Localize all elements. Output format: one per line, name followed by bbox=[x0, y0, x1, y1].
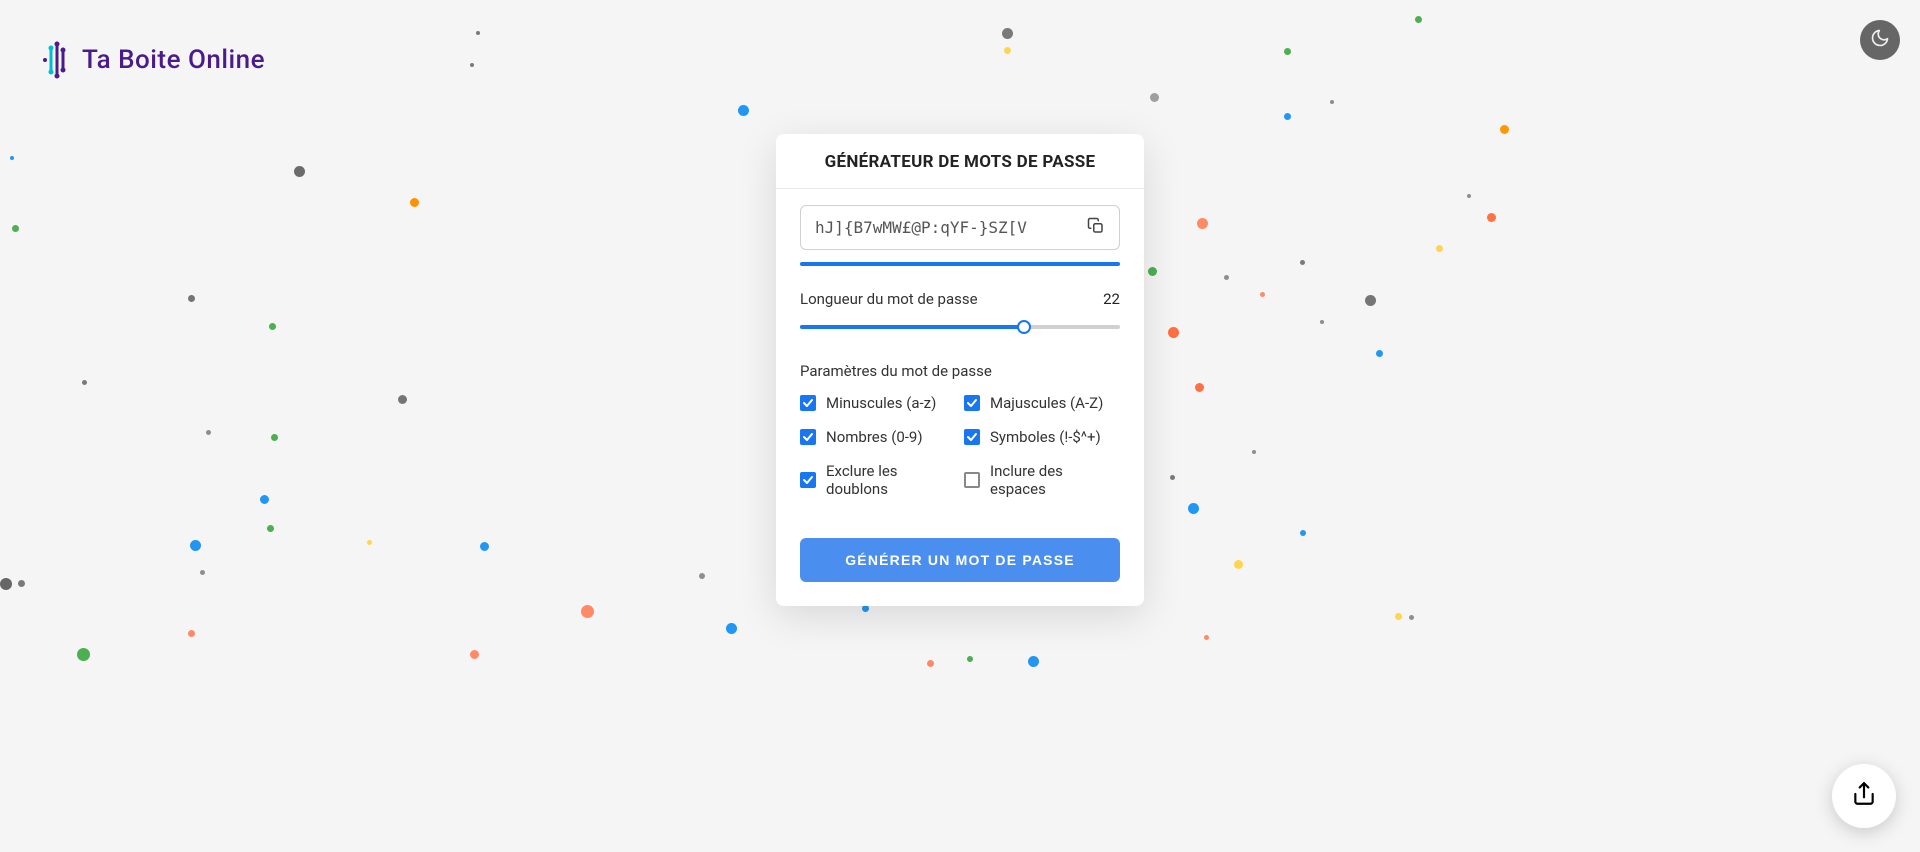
brand-logo: Ta Boite Online bbox=[40, 40, 265, 80]
strength-indicator bbox=[800, 262, 1120, 266]
options-grid: Minuscules (a-z) Majuscules (A-Z) Nombre… bbox=[800, 394, 1120, 498]
option-label: Majuscules (A-Z) bbox=[990, 394, 1103, 412]
option-label: Inclure des espaces bbox=[990, 462, 1120, 498]
checkbox-numbers[interactable] bbox=[800, 429, 816, 445]
length-label: Longueur du mot de passe bbox=[800, 290, 978, 308]
generate-button[interactable]: GÉNÉRER UN MOT DE PASSE bbox=[800, 538, 1120, 582]
copy-icon bbox=[1087, 220, 1105, 239]
option-label: Minuscules (a-z) bbox=[826, 394, 936, 412]
length-slider[interactable] bbox=[800, 320, 1120, 334]
option-label: Exclure les doublons bbox=[826, 462, 956, 498]
moon-icon bbox=[1870, 28, 1890, 52]
copy-button[interactable] bbox=[1083, 213, 1109, 243]
generated-password-output: hJ]{B7wMW£@P:qYF-}SZ[V bbox=[800, 205, 1120, 250]
option-symbols[interactable]: Symboles (!-$^+) bbox=[964, 428, 1120, 446]
share-icon bbox=[1851, 781, 1877, 811]
logo-icon bbox=[40, 40, 72, 80]
option-label: Symboles (!-$^+) bbox=[990, 428, 1101, 446]
checkbox-lowercase[interactable] bbox=[800, 395, 816, 411]
option-exclude-duplicates[interactable]: Exclure les doublons bbox=[800, 462, 956, 498]
theme-toggle-button[interactable] bbox=[1860, 20, 1900, 60]
checkbox-uppercase[interactable] bbox=[964, 395, 980, 411]
option-lowercase[interactable]: Minuscules (a-z) bbox=[800, 394, 956, 412]
password-value: hJ]{B7wMW£@P:qYF-}SZ[V bbox=[815, 218, 1027, 237]
option-label: Nombres (0-9) bbox=[826, 428, 923, 446]
checkbox-symbols[interactable] bbox=[964, 429, 980, 445]
password-generator-card: GÉNÉRATEUR DE MOTS DE PASSE hJ]{B7wMW£@P… bbox=[776, 134, 1144, 606]
settings-label: Paramètres du mot de passe bbox=[800, 362, 1120, 380]
checkbox-spaces[interactable] bbox=[964, 472, 980, 488]
share-button[interactable] bbox=[1832, 764, 1896, 828]
option-spaces[interactable]: Inclure des espaces bbox=[964, 462, 1120, 498]
card-title: GÉNÉRATEUR DE MOTS DE PASSE bbox=[776, 134, 1144, 189]
logo-text: Ta Boite Online bbox=[82, 45, 265, 75]
length-value: 22 bbox=[1103, 290, 1120, 308]
option-uppercase[interactable]: Majuscules (A-Z) bbox=[964, 394, 1120, 412]
slider-thumb[interactable] bbox=[1017, 320, 1031, 334]
checkbox-exclude[interactable] bbox=[800, 472, 816, 488]
option-numbers[interactable]: Nombres (0-9) bbox=[800, 428, 956, 446]
slider-fill bbox=[800, 325, 1024, 329]
